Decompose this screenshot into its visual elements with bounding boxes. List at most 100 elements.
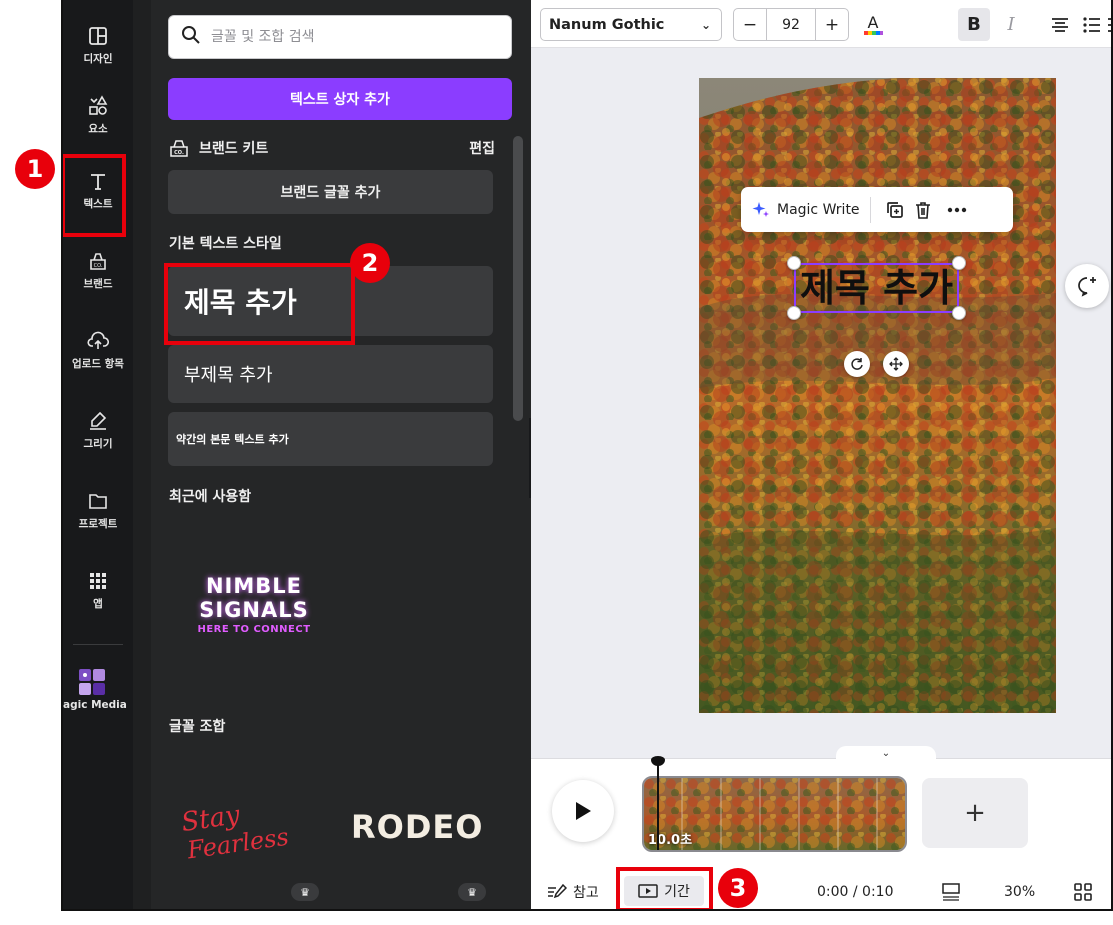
add-textbox-button[interactable]: 텍스트 상자 추가 xyxy=(168,78,512,120)
rail-item-design[interactable]: 디자인 xyxy=(63,10,133,80)
font-family-select[interactable]: Nanum Gothic ⌄ xyxy=(540,8,722,41)
svg-text:CO.: CO. xyxy=(174,150,184,156)
zoom-level[interactable]: 30% xyxy=(1004,872,1035,909)
play-icon xyxy=(576,802,591,820)
rail-item-projects[interactable]: 프로젝트 xyxy=(63,475,133,545)
align-center-icon xyxy=(1052,17,1068,32)
grid-view-button[interactable] xyxy=(1074,872,1092,909)
align-center-button[interactable] xyxy=(1044,8,1076,41)
svg-text:CO.: CO. xyxy=(94,263,103,269)
resize-handle[interactable] xyxy=(952,256,966,270)
resize-handle[interactable] xyxy=(787,256,801,270)
rail-item-apps[interactable]: 앱 xyxy=(63,555,133,625)
add-comment-button[interactable] xyxy=(1065,264,1109,308)
annotation-box-1 xyxy=(63,154,126,237)
body-label: 약간의 본문 텍스트 추가 xyxy=(176,433,289,446)
upload-icon xyxy=(87,330,109,352)
font-preview-line: SIGNALS xyxy=(199,598,309,622)
font-preview-tagline: HERE TO CONNECT xyxy=(197,624,311,635)
default-styles-title: 기본 텍스트 스타일 xyxy=(169,236,282,252)
text-color-button[interactable]: A xyxy=(857,8,889,41)
annotation-badge-1: 1 xyxy=(15,149,55,189)
add-subheading-card[interactable]: 부제목 추가 xyxy=(168,345,493,403)
panel-scrollbar[interactable] xyxy=(513,136,523,421)
list-icon xyxy=(1083,16,1100,33)
brand-kit-row: CO. 브랜드 키트 편집 xyxy=(169,136,495,160)
resize-handle[interactable] xyxy=(787,306,801,320)
element-context-toolbar: Magic Write xyxy=(741,187,1013,232)
rotate-icon[interactable] xyxy=(844,351,870,377)
annotation-box-2 xyxy=(164,263,355,345)
annotation-box-3 xyxy=(616,867,713,909)
toolbar-divider xyxy=(869,196,871,223)
rail-divider xyxy=(73,644,123,645)
playhead[interactable] xyxy=(657,760,659,850)
font-size-stepper: − 92 + xyxy=(733,8,849,41)
rail-item-draw[interactable]: 그리기 xyxy=(63,395,133,465)
selection-box xyxy=(794,263,959,313)
font-search-field[interactable] xyxy=(168,15,512,59)
page-view-button[interactable] xyxy=(941,872,961,909)
add-body-text-card[interactable]: 약간의 본문 텍스트 추가 xyxy=(168,412,493,466)
collapse-timeline-button[interactable]: ⌄ xyxy=(836,746,936,762)
play-button[interactable] xyxy=(552,780,614,842)
notes-icon xyxy=(548,883,567,898)
resize-handle[interactable] xyxy=(952,306,966,320)
rail-label: 앱 xyxy=(93,597,103,610)
font-size-value[interactable]: 92 xyxy=(766,8,816,41)
duplicate-icon[interactable] xyxy=(881,196,909,224)
draw-icon xyxy=(87,410,109,432)
more-options-icon[interactable] xyxy=(943,196,971,224)
search-icon xyxy=(181,25,201,49)
canva-editor-window: 디자인 요소 텍스트 CO. 브랜드 업로드 항목 그리기 프로젝트 앱 agi… xyxy=(61,0,1113,911)
rail-label: 브랜드 xyxy=(83,277,113,290)
rail-item-brand[interactable]: CO. 브랜드 xyxy=(63,235,133,305)
recent-font-nimble-signals[interactable]: NIMBLE SIGNALS HERE TO CONNECT xyxy=(193,574,315,635)
notes-button[interactable]: 참고 xyxy=(547,872,599,909)
text-format-toolbar: Nanum Gothic ⌄ − 92 + A B I xyxy=(531,0,1111,48)
move-icon[interactable] xyxy=(883,351,909,377)
rail-label: agic Media xyxy=(63,699,127,711)
italic-button[interactable]: I xyxy=(995,8,1027,41)
increase-size-button[interactable]: + xyxy=(816,15,848,35)
rail-item-uploads[interactable]: 업로드 항목 xyxy=(63,315,133,385)
magic-media-icon xyxy=(79,669,105,695)
brand-icon: CO. xyxy=(87,250,109,272)
decrease-size-button[interactable]: − xyxy=(734,15,766,35)
svg-text:A: A xyxy=(868,13,879,32)
combo-rodeo[interactable]: RODEO xyxy=(351,808,483,846)
annotation-badge-3: 3 xyxy=(718,868,758,908)
add-brand-font-button[interactable]: 브랜드 글꼴 추가 xyxy=(168,170,493,214)
rail-label: 요소 xyxy=(88,122,108,135)
folder-icon xyxy=(87,490,109,512)
crown-icon: ♛ xyxy=(291,883,319,901)
crown-icon: ♛ xyxy=(458,883,486,901)
annotation-badge-2: 2 xyxy=(350,243,390,283)
add-page-button[interactable]: + xyxy=(922,778,1028,848)
search-input[interactable] xyxy=(211,29,501,45)
notes-label: 참고 xyxy=(573,884,599,901)
time-display: 0:00 / 0:10 xyxy=(817,883,894,900)
rail-item-magic-media[interactable]: agic Media xyxy=(63,655,133,725)
left-nav-rail: 디자인 요소 텍스트 CO. 브랜드 업로드 항목 그리기 프로젝트 앱 agi… xyxy=(63,0,133,909)
combos-title: 글꼴 조합 xyxy=(169,719,226,735)
font-preview-line: NIMBLE xyxy=(205,574,303,598)
line-spacing-button[interactable] xyxy=(1106,8,1111,41)
design-page[interactable] xyxy=(699,78,1056,713)
rail-item-elements[interactable]: 요소 xyxy=(63,80,133,150)
subheading-label: 부제목 추가 xyxy=(184,365,273,386)
brand-kit-label: 브랜드 키트 xyxy=(199,141,269,157)
rail-label: 업로드 항목 xyxy=(72,357,124,370)
bold-button[interactable]: B xyxy=(958,8,990,41)
canvas-area xyxy=(531,48,1111,758)
apps-icon xyxy=(87,570,109,592)
chevron-down-icon: ⌄ xyxy=(700,17,711,32)
magic-write-button[interactable]: Magic Write xyxy=(777,202,860,218)
spacing-icon xyxy=(1108,17,1111,32)
text-color-icon: A xyxy=(864,13,883,35)
trash-icon[interactable] xyxy=(909,196,937,224)
shapes-icon xyxy=(87,94,109,117)
brand-kit-icon: CO. xyxy=(169,139,189,157)
brand-kit-edit-link[interactable]: 편집 xyxy=(469,138,495,158)
bullet-list-button[interactable] xyxy=(1076,8,1108,41)
